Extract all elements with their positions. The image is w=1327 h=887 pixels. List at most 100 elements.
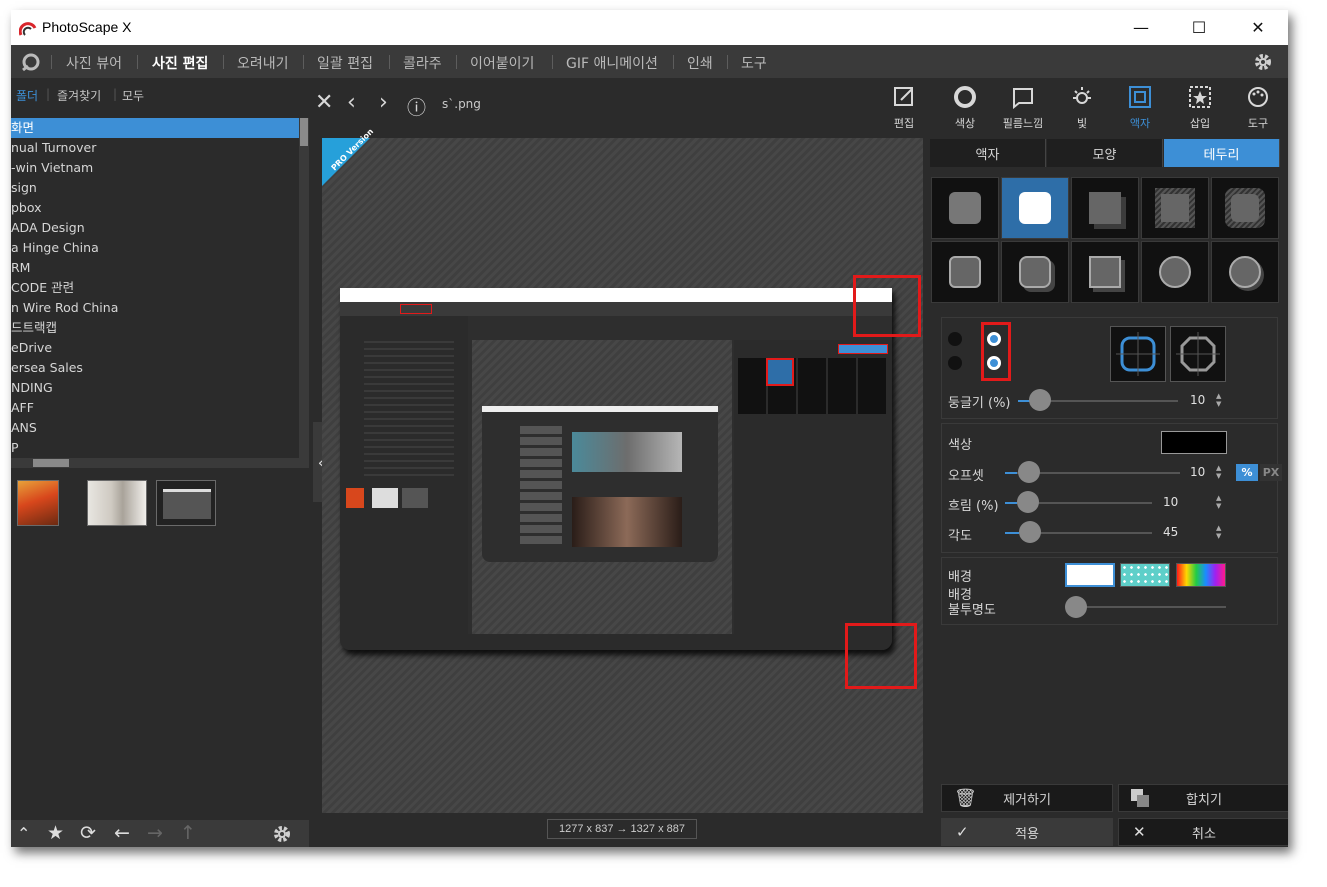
menu-cut-out[interactable]: 오려내기 (237, 53, 289, 73)
blur-value[interactable]: 10 (1163, 495, 1178, 509)
settings-gear-icon[interactable] (272, 824, 292, 844)
tab-frame[interactable]: 액자 (930, 139, 1046, 167)
stepper-icon[interactable]: ▲ ▼ (1216, 392, 1221, 408)
background-gradient-swatch[interactable] (1176, 563, 1226, 587)
menu-print[interactable]: 인쇄 (687, 53, 713, 73)
border-style-option[interactable] (1141, 241, 1209, 303)
stepper-icon[interactable]: ▲ ▼ (1216, 524, 1221, 540)
merge-button[interactable]: 합치기 (1118, 784, 1288, 812)
refresh-icon[interactable]: ⟳ (80, 822, 96, 844)
forward-arrow-icon[interactable]: → (147, 822, 163, 844)
angle-slider-knob[interactable] (1019, 521, 1041, 543)
thumbnail-app-screenshot[interactable] (156, 480, 216, 526)
background-opacity-slider-knob[interactable] (1065, 596, 1087, 618)
tree-item[interactable]: RM (11, 258, 299, 278)
apply-button[interactable]: ✓ 적용 (941, 818, 1113, 846)
info-icon[interactable]: ⓘ (407, 93, 426, 120)
radio-inner-corner-icon[interactable] (948, 356, 962, 370)
offset-slider-knob[interactable] (1018, 461, 1040, 483)
next-icon[interactable]: › (379, 90, 388, 115)
angle-value[interactable]: 45 (1163, 525, 1178, 539)
border-style-option[interactable] (1211, 177, 1279, 239)
tree-item[interactable]: 화면 (11, 118, 299, 138)
image-canvas[interactable]: PRO Version (322, 127, 923, 813)
unit-percent-button[interactable]: % (1236, 464, 1258, 481)
close-button[interactable]: ✕ (1229, 10, 1287, 45)
close-icon[interactable]: ✕ (315, 90, 333, 115)
tree-item[interactable]: sign (11, 178, 299, 198)
previous-icon[interactable]: ‹ (347, 90, 356, 115)
unit-px-button[interactable]: PX (1260, 464, 1282, 481)
scrollbar-thumb[interactable] (300, 118, 308, 146)
tree-item[interactable]: ANS (11, 418, 299, 438)
menu-tools[interactable]: 도구 (741, 53, 767, 73)
tool-film[interactable]: 필름느낌 (999, 85, 1047, 131)
up-arrow-icon[interactable]: ↑ (180, 822, 196, 844)
offset-value[interactable]: 10 (1190, 465, 1205, 479)
border-style-option[interactable] (1141, 177, 1209, 239)
tree-item[interactable]: NDING (11, 378, 299, 398)
settings-gear-icon[interactable] (1253, 52, 1273, 72)
border-style-option[interactable] (1211, 241, 1279, 303)
tab-favorites[interactable]: 즐겨찾기 (57, 87, 101, 104)
tree-horizontal-scrollbar[interactable] (11, 458, 309, 468)
tree-item[interactable]: pbox (11, 198, 299, 218)
border-style-option-selected[interactable] (1001, 177, 1069, 239)
border-style-option[interactable] (1071, 177, 1139, 239)
menu-batch-edit[interactable]: 일괄 편집 (317, 53, 373, 73)
tree-item[interactable]: ersea Sales (11, 358, 299, 378)
corner-round-option[interactable] (1110, 326, 1166, 382)
stepper-icon[interactable]: ▲ ▼ (1216, 494, 1221, 510)
minimize-button[interactable]: — (1112, 10, 1170, 45)
menu-collage[interactable]: 콜라주 (403, 53, 442, 73)
corner-bevel-option[interactable] (1170, 326, 1226, 382)
tool-frame[interactable]: 액자 (1116, 85, 1164, 131)
thumbnail-room-photo[interactable] (87, 480, 147, 526)
menu-gif-animation[interactable]: GIF 애니메이션 (566, 53, 658, 73)
background-opacity-slider[interactable] (1066, 606, 1226, 608)
tree-item[interactable]: ADA Design (11, 218, 299, 238)
tool-insert[interactable]: 삽입 (1176, 85, 1224, 131)
border-style-option[interactable] (1001, 241, 1069, 303)
photoscape-home-icon[interactable] (20, 52, 42, 72)
tree-item[interactable]: -win Vietnam (11, 158, 299, 178)
tree-item[interactable]: AFF (11, 398, 299, 418)
menu-photo-viewer[interactable]: 사진 뷰어 (66, 53, 122, 73)
tree-item[interactable]: a Hinge China (11, 238, 299, 258)
tree-item[interactable]: eDrive (11, 338, 299, 358)
tool-edit[interactable]: 편집 (880, 85, 928, 131)
border-style-option[interactable] (931, 177, 999, 239)
chevron-up-icon[interactable]: ⌃ (17, 824, 30, 843)
thumbnail-orange-flower[interactable] (17, 480, 59, 526)
tree-item[interactable]: P (11, 438, 299, 458)
tab-shape[interactable]: 모양 (1047, 139, 1163, 167)
stepper-icon[interactable]: ▲ ▼ (1216, 464, 1221, 480)
scrollbar-thumb[interactable] (33, 459, 69, 467)
tree-item[interactable]: nual Turnover (11, 138, 299, 158)
star-icon[interactable]: ★ (47, 822, 64, 844)
back-arrow-icon[interactable]: ← (114, 822, 130, 844)
blur-slider-knob[interactable] (1017, 491, 1039, 513)
tool-tools[interactable]: 도구 (1234, 85, 1282, 131)
color-swatch[interactable] (1161, 431, 1227, 454)
radio-outer-corner-icon[interactable] (948, 332, 962, 346)
tab-folders[interactable]: 폴더 (16, 87, 38, 104)
tree-item[interactable]: 드트랙캡 (11, 318, 299, 338)
menu-combine[interactable]: 이어붙이기 (470, 53, 534, 73)
tool-light[interactable]: 빛 (1058, 85, 1106, 131)
tab-border[interactable]: 테두리 (1164, 139, 1280, 167)
border-style-option[interactable] (931, 241, 999, 303)
tree-item[interactable]: CODE 관련 (11, 278, 299, 298)
background-pattern-swatch[interactable] (1120, 563, 1170, 587)
menu-photo-edit[interactable]: 사진 편집 (152, 53, 208, 73)
tab-all[interactable]: 모두 (122, 87, 144, 104)
background-white-swatch[interactable] (1065, 563, 1115, 587)
roundness-value[interactable]: 10 (1190, 393, 1205, 407)
roundness-slider-knob[interactable] (1029, 389, 1051, 411)
tree-vertical-scrollbar[interactable] (299, 118, 309, 458)
remove-button[interactable]: 🗑 제거하기 (941, 784, 1113, 812)
tool-color[interactable]: 색상 (941, 85, 989, 131)
maximize-button[interactable]: ☐ (1170, 10, 1228, 45)
border-style-option[interactable] (1071, 241, 1139, 303)
tree-item[interactable]: n Wire Rod China (11, 298, 299, 318)
